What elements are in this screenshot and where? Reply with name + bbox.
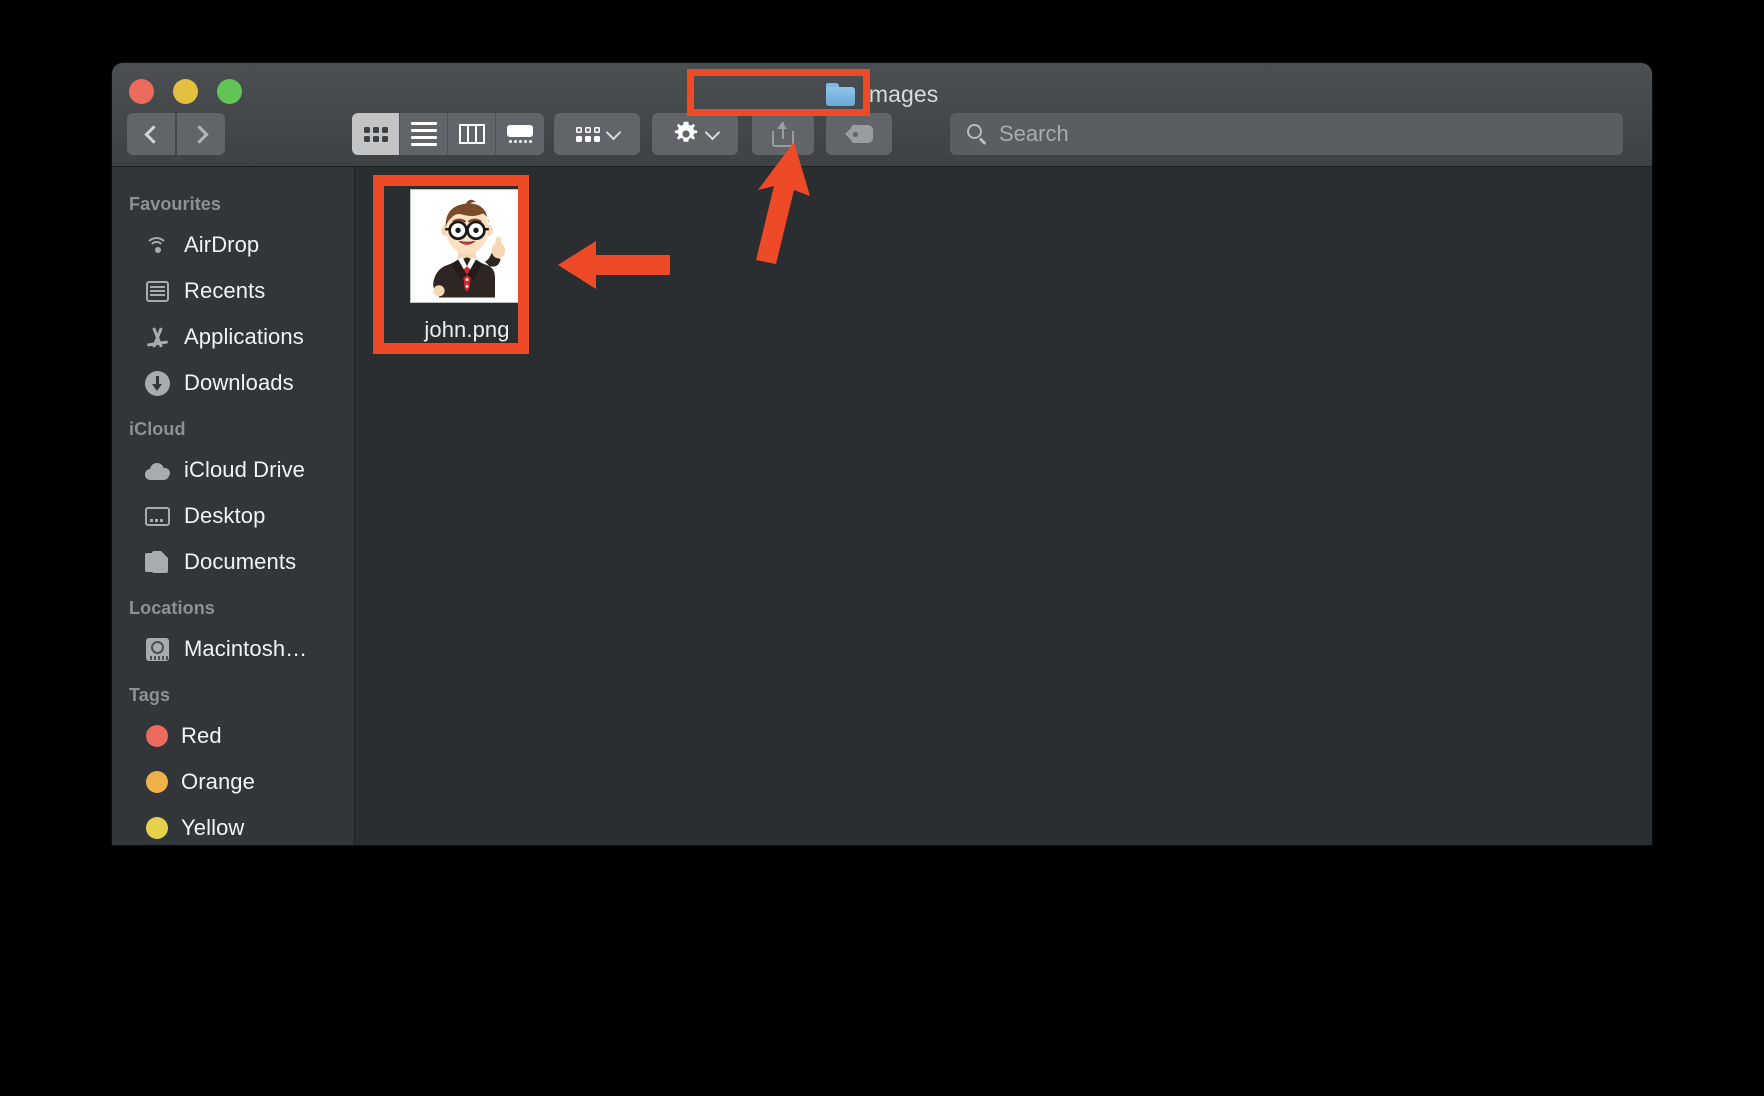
navigation-buttons: [127, 113, 225, 155]
view-mode-list[interactable]: [400, 113, 448, 155]
toolbar: [112, 111, 1652, 157]
chevron-right-icon: [189, 124, 209, 144]
sidebar-item-label: Recents: [184, 278, 266, 303]
share-icon: [772, 121, 794, 147]
sidebar-header-icloud: iCloud: [129, 419, 186, 439]
sidebar-header-locations: Locations: [129, 598, 215, 618]
group-by-button[interactable]: [554, 113, 640, 155]
view-mode-gallery[interactable]: [496, 113, 544, 155]
sidebar-item-label: Desktop: [184, 503, 266, 528]
documents-icon: [144, 549, 171, 576]
sidebar-item-tag-orange[interactable]: Orange: [112, 759, 354, 805]
sidebar-item-airdrop[interactable]: AirDrop: [112, 222, 354, 268]
view-mode-column[interactable]: [448, 113, 496, 155]
window-body: Favourites AirDrop Recents Applications …: [112, 167, 1652, 845]
tag-dot-orange-icon: [146, 771, 168, 793]
finder-window: images Search Favourites AirDrop Recents…: [112, 63, 1652, 845]
sidebar-item-label: Yellow: [181, 815, 245, 840]
sidebar-item-icloud-drive[interactable]: iCloud Drive: [112, 447, 354, 493]
tag-button[interactable]: [826, 113, 892, 155]
share-button[interactable]: [752, 113, 814, 155]
forward-button[interactable]: [177, 113, 225, 155]
tag-dot-yellow-icon: [146, 817, 168, 839]
cartoon-man-avatar-icon: [411, 190, 523, 302]
file-thumbnail: [410, 189, 524, 303]
window-title: images: [112, 79, 1652, 109]
file-name-label: john.png: [424, 317, 510, 342]
file-content-pane[interactable]: john.png: [355, 167, 1652, 845]
maximize-window-button[interactable]: [217, 79, 242, 104]
hard-disk-icon: [144, 636, 171, 663]
recents-icon: [144, 278, 171, 305]
sidebar-item-label: Macintosh…: [184, 636, 308, 661]
gear-icon: [674, 121, 697, 142]
sidebar-item-label: Orange: [181, 769, 255, 794]
sidebar-item-macintosh-hd[interactable]: Macintosh…: [112, 626, 354, 672]
sidebar-item-recents[interactable]: Recents: [112, 268, 354, 314]
applications-icon: [144, 324, 171, 351]
column-view-icon: [458, 124, 485, 144]
grid-view-icon: [363, 126, 388, 142]
search-icon: [967, 124, 987, 145]
tag-dot-red-icon: [146, 725, 168, 747]
downloads-icon: [144, 370, 171, 397]
airdrop-icon: [144, 232, 171, 259]
icloud-drive-icon: [144, 457, 171, 484]
window-titlebar: images: [112, 63, 1652, 167]
search-field[interactable]: [950, 113, 1623, 155]
group-by-icon: [575, 127, 600, 142]
gallery-view-icon: [506, 125, 534, 143]
list-view-icon: [410, 122, 437, 146]
traffic-light-controls: [129, 79, 242, 104]
sidebar-item-label: iCloud Drive: [184, 457, 306, 482]
sidebar-item-documents[interactable]: Documents: [112, 539, 354, 585]
screen-root: images Search Favourites AirDrop Recents…: [0, 0, 1764, 1096]
sidebar-item-tag-red[interactable]: Red: [112, 713, 354, 759]
sidebar-header-favourites: Favourites: [129, 194, 222, 214]
sidebar-item-label: Red: [181, 723, 222, 748]
chevron-down-icon: [605, 124, 621, 140]
sidebar-item-label: Documents: [184, 549, 297, 574]
file-grid: john.png: [397, 189, 537, 343]
close-window-button[interactable]: [129, 79, 154, 104]
sidebar[interactable]: Favourites AirDrop Recents Applications …: [112, 167, 355, 845]
action-menu-button[interactable]: [652, 113, 738, 155]
sidebar-header-tags: Tags: [129, 685, 171, 705]
sidebar-item-applications[interactable]: Applications: [112, 314, 354, 360]
search-input[interactable]: [999, 121, 1599, 147]
sidebar-item-label: Applications: [184, 324, 304, 349]
minimize-window-button[interactable]: [173, 79, 198, 104]
window-title-text: images: [863, 80, 939, 107]
view-mode-icon[interactable]: [352, 113, 400, 155]
sidebar-item-desktop[interactable]: Desktop: [112, 493, 354, 539]
sidebar-item-tag-yellow[interactable]: Yellow: [112, 805, 354, 845]
view-mode-segmented-control: [352, 113, 544, 155]
sidebar-item-downloads[interactable]: Downloads: [112, 360, 354, 406]
sidebar-item-label: AirDrop: [184, 232, 260, 257]
chevron-left-icon: [143, 124, 163, 144]
back-button[interactable]: [127, 113, 175, 155]
desktop-icon: [144, 503, 171, 530]
chevron-down-icon: [704, 124, 720, 140]
file-item-john-png[interactable]: john.png: [397, 189, 537, 343]
tag-icon: [845, 125, 873, 143]
folder-icon: [825, 82, 855, 106]
sidebar-item-label: Downloads: [184, 370, 294, 395]
